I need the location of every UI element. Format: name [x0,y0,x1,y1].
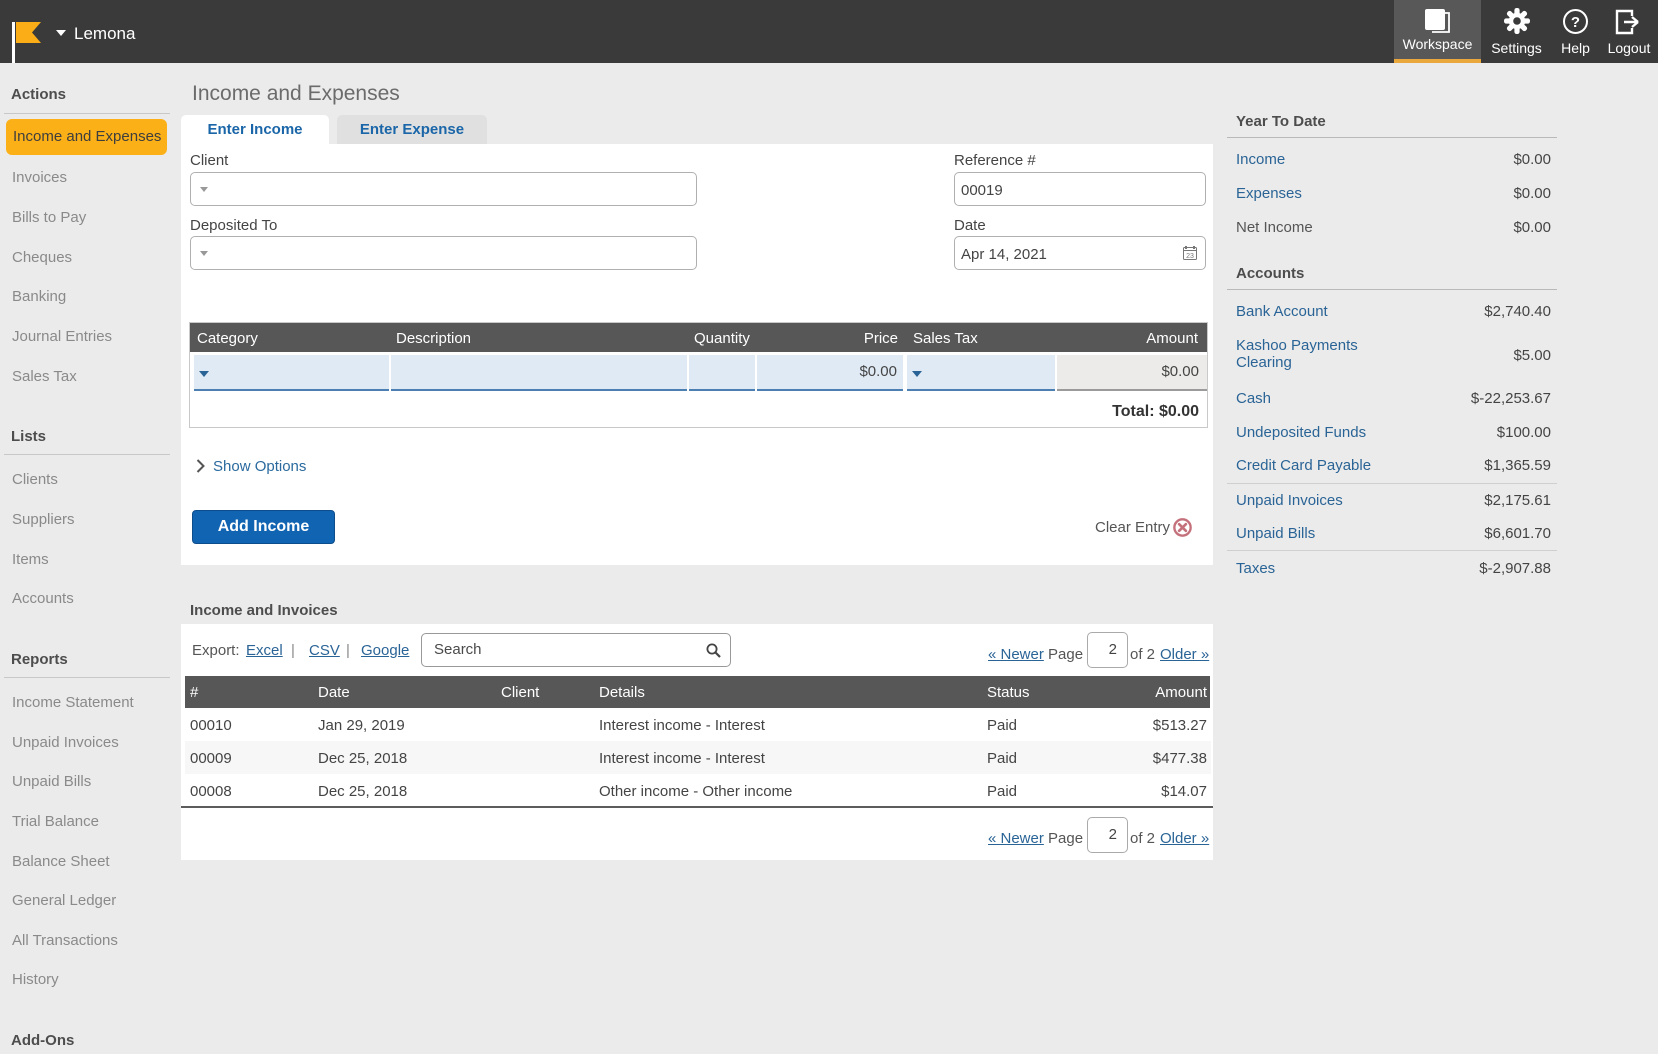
svg-text:23: 23 [1186,253,1194,260]
svg-text:?: ? [1571,14,1580,31]
